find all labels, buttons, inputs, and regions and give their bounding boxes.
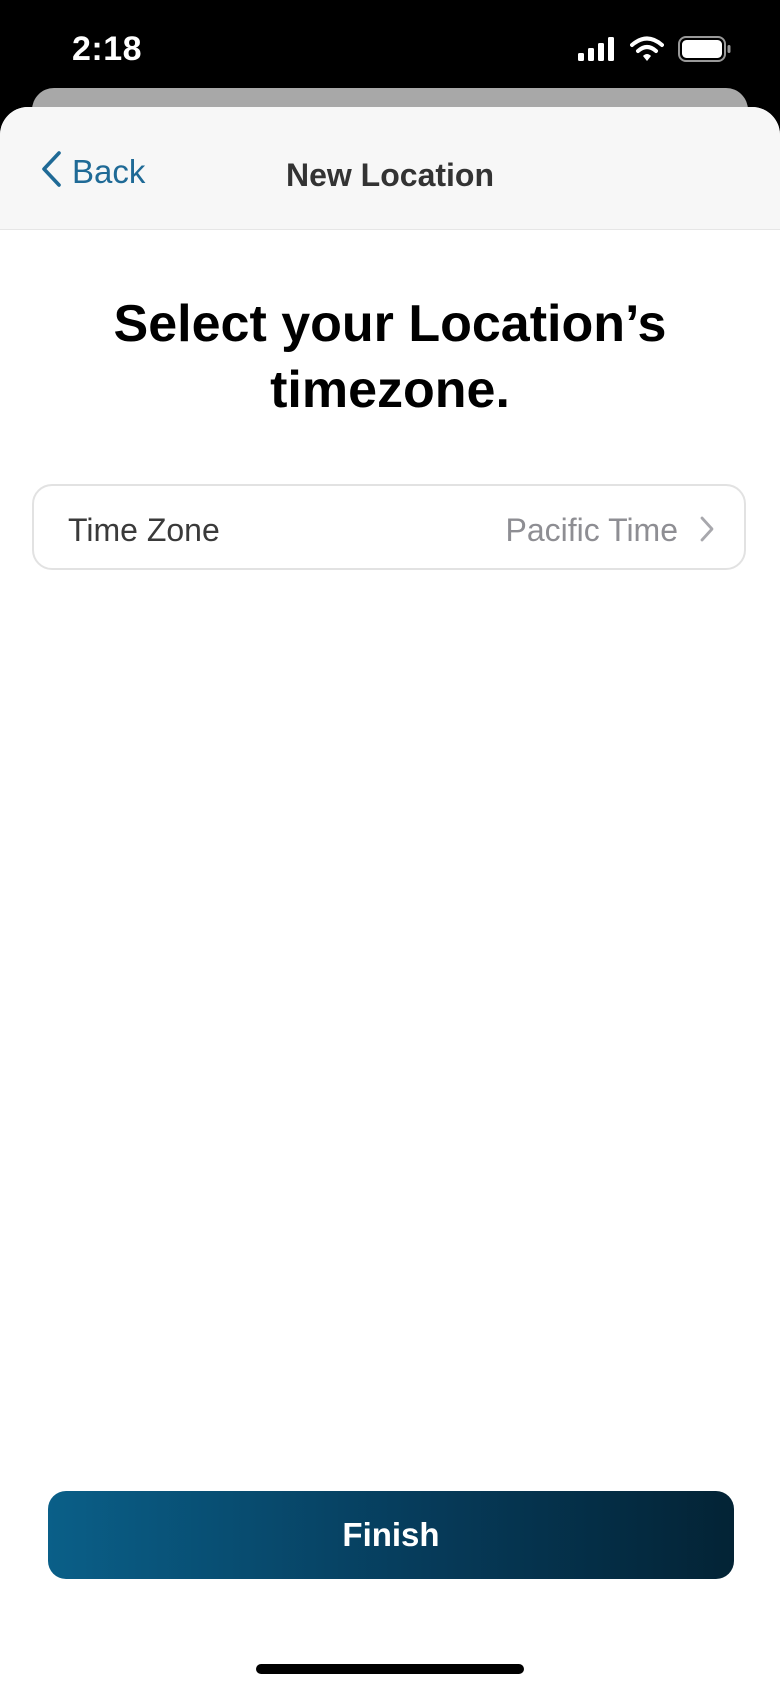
nav-title: New Location	[285, 157, 494, 193]
home-indicator	[256, 1664, 524, 1674]
cellular-signal-icon	[578, 37, 616, 66]
status-time: 2:18	[72, 30, 143, 68]
status-icons	[578, 36, 732, 67]
navigation-bar: Back New Location	[0, 107, 780, 230]
chevron-right-icon	[700, 516, 714, 547]
time-zone-value: Pacific Time	[505, 512, 678, 548]
wifi-icon	[630, 36, 664, 67]
status-bar: 2:18	[0, 0, 780, 100]
time-zone-row[interactable]: Time Zone Pacific Time	[32, 484, 746, 570]
time-zone-label: Time Zone	[68, 512, 220, 548]
page-title: Select your Location’s timezone.	[113, 295, 667, 419]
modal-sheet: Back New Location Select your Location’s…	[0, 107, 780, 1688]
finish-button[interactable]: Finish	[48, 1491, 734, 1579]
battery-icon	[678, 36, 732, 67]
